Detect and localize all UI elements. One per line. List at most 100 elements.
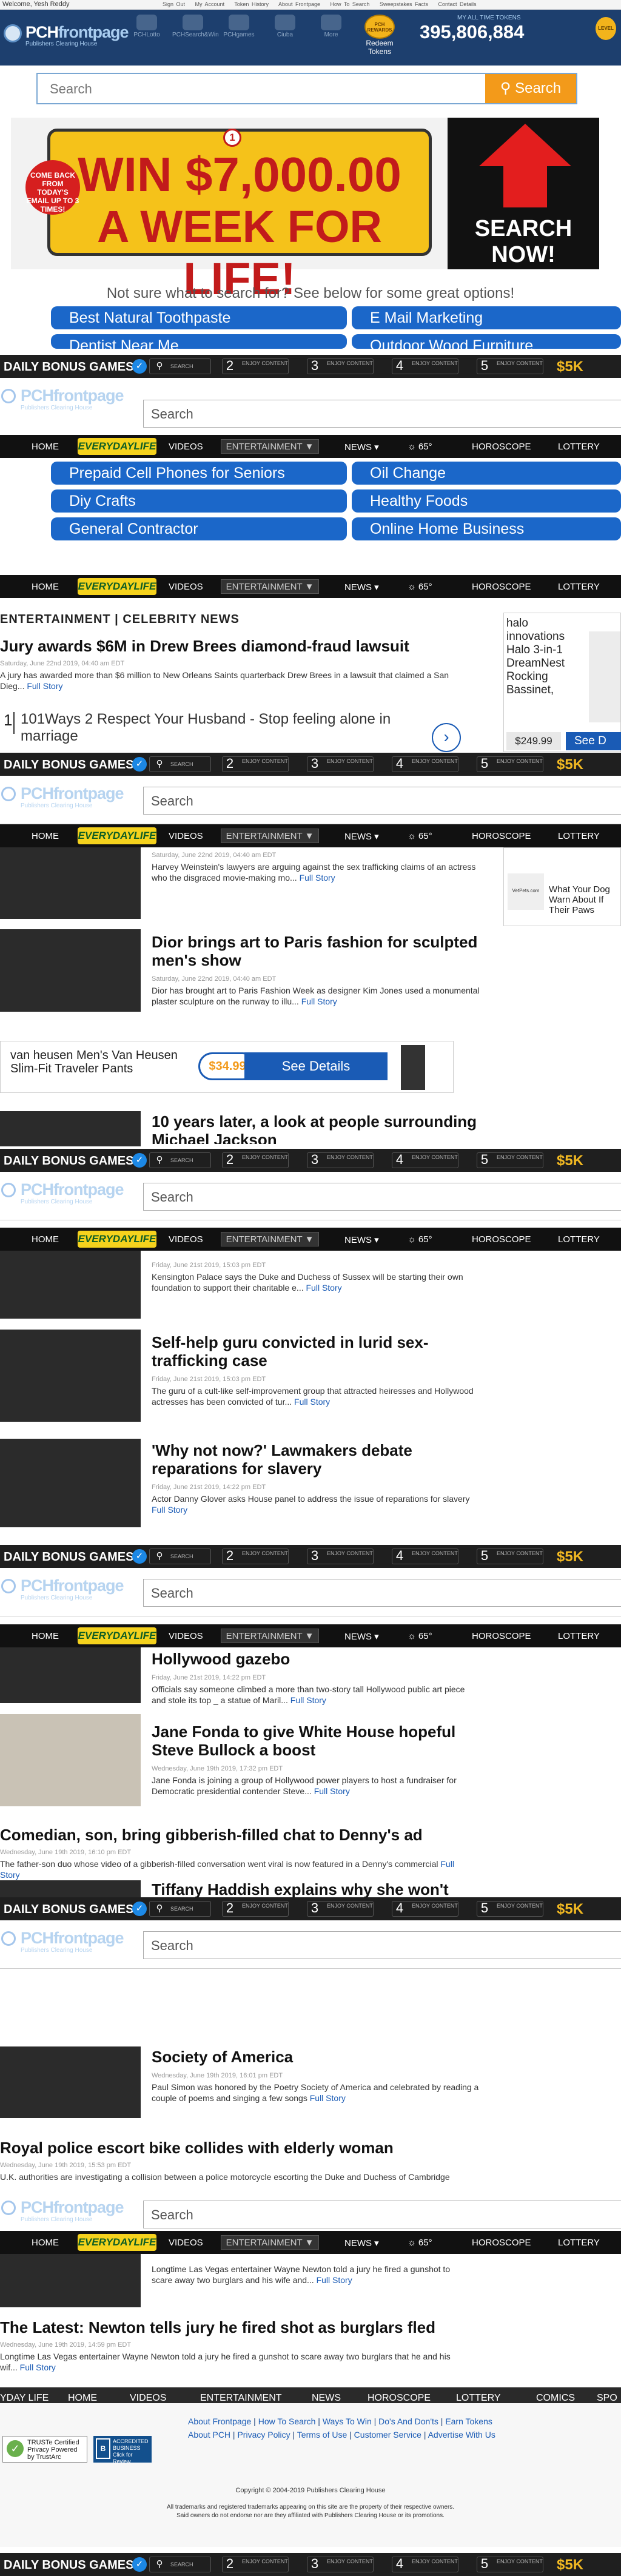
bonus-step[interactable]: 5 ENJOY CONTENT [477,358,543,374]
article-thumbnail[interactable] [0,929,141,1012]
nav-everydaylife[interactable]: EVERYDAYLIFE [78,578,156,595]
article-thumbnail[interactable] [0,1714,141,1806]
nav-videos[interactable]: VIDEOS [169,582,203,592]
footer-nav-item[interactable]: LOTTERY [456,2393,501,2404]
footer-link[interactable]: Ways To Win [323,2416,372,2426]
full-story-link[interactable]: Full Story [310,2093,346,2103]
nav-lottery[interactable]: LOTTERY [558,442,600,452]
redeem-tokens-button[interactable]: PCH REWARDS Redeem Tokens [357,15,403,56]
daily-bonus-bar[interactable]: DAILY BONUS GAMES ✓ SEARCH ⚲ 2 ENJOY CONTE… [0,355,621,392]
search-button[interactable]: ⚲ Search [485,74,576,103]
article-title[interactable]: Self-help guru convicted in lurid sex-tr… [152,1333,479,1370]
article-thumbnail[interactable] [0,1330,141,1422]
footer-nav-item[interactable]: SPO [597,2393,617,2404]
truste-seal[interactable]: ✓ TRUSTe Certified Privacy Powered by Tru… [2,2436,87,2463]
nav-entertainment[interactable]: ENTERTAINMENT ▼ [221,1232,319,1246]
nav-videos[interactable]: VIDEOS [169,2238,203,2248]
bonus-step-search[interactable]: SEARCH ⚲ [149,1152,211,1168]
bonus-step[interactable]: 2 ENJOY CONTENT [222,358,289,374]
nav-horoscope[interactable]: HOROSCOPE [472,1234,531,1245]
keyword-button[interactable]: Prepaid Cell Phones for Seniors [51,462,347,485]
keyword-button[interactable]: General Contractor [51,517,347,540]
nav-news[interactable]: NEWS ▾ [344,831,379,842]
nav-horoscope[interactable]: HOROSCOPE [472,582,531,592]
bonus-step[interactable]: 5 ENJOY CONTENT [477,2556,543,2572]
nav-lottery[interactable]: LOTTERY [558,1631,600,1641]
article-title[interactable]: Comedian, son, bring gibberish-filled ch… [0,1826,485,1844]
daily-bonus-bar[interactable]: DAILY BONUS GAMES ✓ SEARCH ⚲ 2 ENJOY CONTE… [0,1545,621,1582]
full-story-link[interactable]: Full Story [317,2275,352,2285]
nav-entertainment[interactable]: ENTERTAINMENT ▼ [221,579,319,594]
bonus-step[interactable]: 3 ENJOY CONTENT [307,756,374,772]
bbb-seal[interactable]: B ACCREDITED BUSINESS Click for Review [93,2436,152,2464]
nav-entertainment[interactable]: ENTERTAINMENT ▼ [221,829,319,843]
see-details-button[interactable]: See Details [244,1052,388,1080]
nav-everydaylife[interactable]: EVERYDAYLIFE [78,2234,156,2251]
full-story-link[interactable]: Full Story [301,997,337,1006]
link-sweepstakes-facts[interactable]: Sweepstakes Facts [380,1,428,7]
full-story-link[interactable]: Full Story [300,873,335,883]
nav-pchlotto[interactable]: PCHLotto [126,15,167,38]
nav-weather[interactable]: ☼ 65° [408,582,432,592]
nav-news[interactable]: NEWS ▾ [344,1234,379,1245]
bonus-step-search[interactable]: SEARCH ⚲ [149,756,211,772]
bonus-step[interactable]: 5 ENJOY CONTENT [477,1548,543,1564]
bonus-step[interactable]: 4 ENJOY CONTENT [392,1900,458,1917]
footer-nav-item[interactable]: NEWS [312,2393,341,2404]
article-title[interactable]: 10 years later, a look at people surroun… [152,1112,491,1144]
nav-weather[interactable]: ☼ 65° [408,442,432,452]
keyword-button[interactable]: Best Natural Toothpaste [51,306,347,329]
nav-everydaylife[interactable]: EVERYDAYLIFE [78,1231,156,1248]
article-title[interactable]: The Latest: Newton tells jury he fired s… [0,2318,485,2336]
bonus-step[interactable]: 3 ENJOY CONTENT [307,1900,374,1917]
article-thumbnail[interactable] [0,1647,141,1703]
win-promo-banner[interactable]: 1 WIN $7,000.00 A WEEK FOR LIFE! COME BAC… [11,118,599,304]
nav-news[interactable]: NEWS ▾ [344,1631,379,1642]
daily-bonus-bar[interactable]: DAILY BONUS GAMES ✓ SEARCH ⚲ 2 ENJOY CONTE… [0,1897,621,1934]
bonus-step[interactable]: 3 ENJOY CONTENT [307,358,374,374]
nav-entertainment[interactable]: ENTERTAINMENT ▼ [221,1629,319,1643]
footer-link[interactable]: Terms of Use [297,2430,347,2440]
bonus-step-search[interactable]: SEARCH ⚲ [149,2557,211,2572]
article-thumbnail[interactable] [0,1439,141,1527]
nav-lottery[interactable]: LOTTERY [558,2238,600,2248]
bonus-step[interactable]: 2 ENJOY CONTENT [222,756,289,772]
nav-horoscope[interactable]: HOROSCOPE [472,831,531,841]
footer-link[interactable]: Advertise With Us [428,2430,495,2440]
bonus-step[interactable]: 2 ENJOY CONTENT [222,1548,289,1564]
bonus-step[interactable]: 2 ENJOY CONTENT [222,2556,289,2572]
nav-weather[interactable]: ☼ 65° [408,2238,432,2248]
nav-home[interactable]: HOME [32,2238,59,2248]
full-story-link[interactable]: Full Story [290,1695,326,1705]
article-title[interactable]: Society of America [152,2048,479,2066]
link-how-to-search[interactable]: How To Search [331,1,370,7]
article-thumbnail[interactable] [0,2254,141,2307]
keyword-button[interactable]: Healthy Foods [352,489,621,513]
article-title[interactable]: Jury awards $6M in Drew Brees diamond-fr… [0,637,485,655]
link-token-history[interactable]: Token History [234,1,269,7]
footer-nav-item[interactable]: VIDEOS [130,2393,166,2404]
nav-weather[interactable]: ☼ 65° [408,1631,432,1641]
nav-horoscope[interactable]: HOROSCOPE [472,442,531,452]
nav-entertainment[interactable]: ENTERTAINMENT ▼ [221,2235,319,2250]
article-title[interactable]: Hollywood gazebo [152,1650,479,1668]
bonus-step[interactable]: 3 ENJOY CONTENT [307,2556,374,2572]
sticky-search-input[interactable]: Search [143,1931,621,1959]
footer-nav-item[interactable]: HOME [68,2393,97,2404]
nav-home[interactable]: HOME [32,582,59,592]
nav-videos[interactable]: VIDEOS [169,831,203,841]
keyword-button[interactable]: Dentist Near Me [51,334,347,349]
article-title[interactable]: Dior brings art to Paris fashion for scu… [152,933,491,969]
bonus-step[interactable]: 3 ENJOY CONTENT [307,1152,374,1168]
nav-lottery[interactable]: LOTTERY [558,1234,600,1245]
link-about-frontpage[interactable]: About Frontpage [278,1,320,7]
article-title[interactable]: Jane Fonda to give White House hopeful S… [152,1723,479,1759]
nav-horoscope[interactable]: HOROSCOPE [472,2238,531,2248]
nav-news[interactable]: NEWS ▾ [344,442,379,452]
nav-lottery[interactable]: LOTTERY [558,831,600,841]
sticky-search-input[interactable]: Search [143,1183,621,1211]
footer-link[interactable]: About Frontpage [188,2416,251,2426]
nav-pchgames[interactable]: PCHgames [218,15,260,38]
bonus-step[interactable]: 5 ENJOY CONTENT [477,1900,543,1917]
pch-frontpage-logo[interactable]: PCHfrontpage Publishers Clearing House [4,23,129,47]
